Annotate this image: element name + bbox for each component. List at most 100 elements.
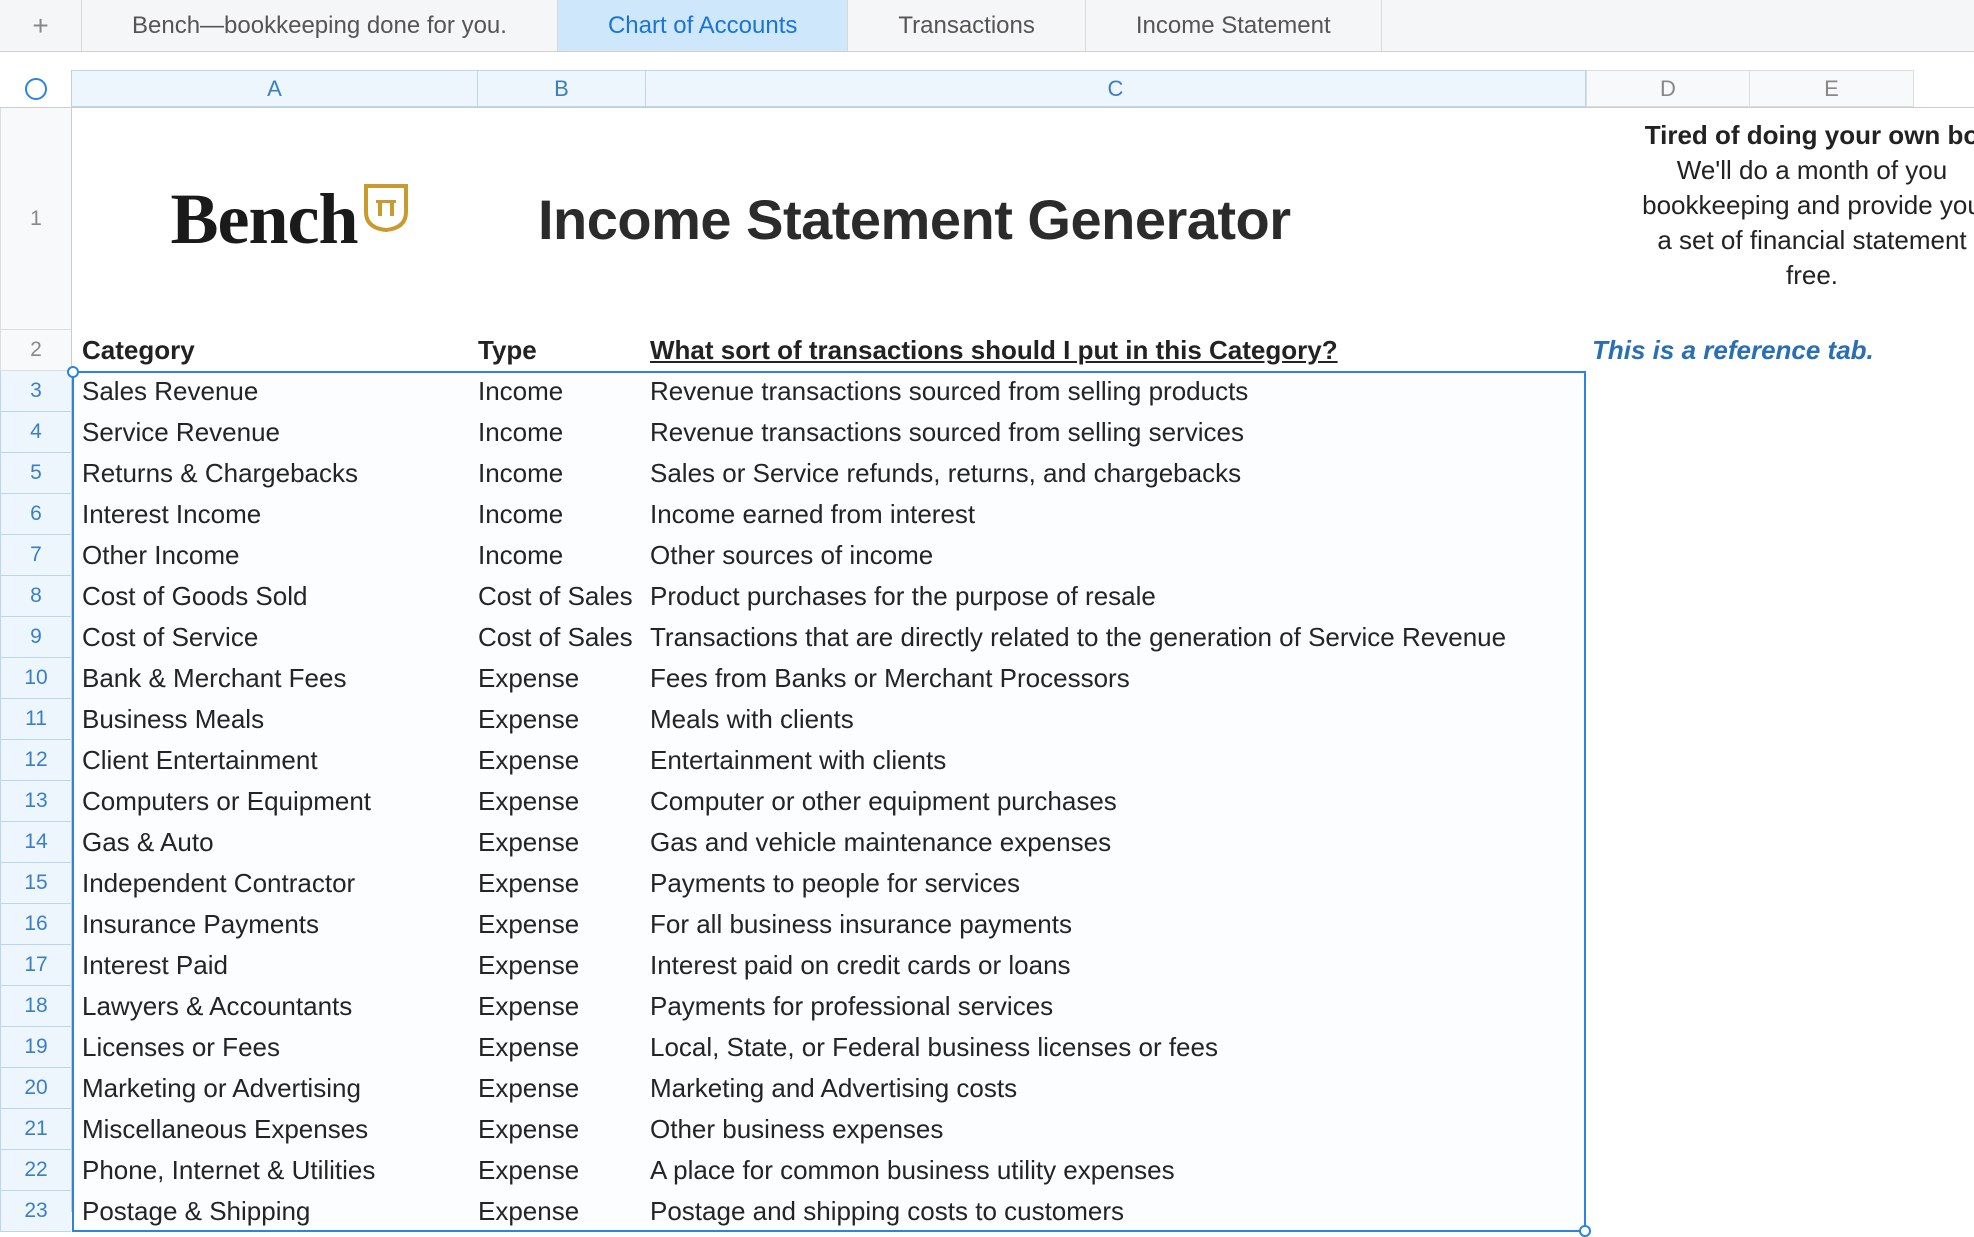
- cell-type[interactable]: Income: [478, 540, 646, 571]
- table-row[interactable]: Phone, Internet & UtilitiesExpenseA plac…: [72, 1150, 1974, 1191]
- cell-type[interactable]: Expense: [478, 909, 646, 940]
- row-number[interactable]: 8: [0, 576, 71, 617]
- cell-type[interactable]: Income: [478, 499, 646, 530]
- row-number[interactable]: 14: [0, 822, 71, 863]
- column-header-D[interactable]: D: [1586, 70, 1750, 107]
- cell-category[interactable]: Cost of Service: [72, 622, 478, 653]
- row-number[interactable]: 15: [0, 863, 71, 904]
- cell-description[interactable]: Marketing and Advertising costs: [646, 1073, 1586, 1104]
- cell-description[interactable]: Other business expenses: [646, 1114, 1586, 1145]
- row-number[interactable]: 18: [0, 986, 71, 1027]
- sheet-tab-transactions[interactable]: Transactions: [848, 0, 1086, 51]
- table-row[interactable]: Cost of Goods SoldCost of SalesProduct p…: [72, 576, 1974, 617]
- cell-category[interactable]: Sales Revenue: [72, 376, 478, 407]
- cell-description[interactable]: Computer or other equipment purchases: [646, 786, 1586, 817]
- table-row[interactable]: Bank & Merchant FeesExpenseFees from Ban…: [72, 658, 1974, 699]
- sheet-tab-bench-intro[interactable]: Bench—bookkeeping done for you.: [82, 0, 558, 51]
- table-row[interactable]: Interest IncomeIncomeIncome earned from …: [72, 494, 1974, 535]
- row-number[interactable]: 20: [0, 1068, 71, 1109]
- column-header-C[interactable]: C: [646, 70, 1586, 107]
- column-header-B[interactable]: B: [478, 70, 646, 107]
- cell-description[interactable]: Transactions that are directly related t…: [646, 622, 1586, 653]
- cell-description[interactable]: Income earned from interest: [646, 499, 1586, 530]
- cell-description[interactable]: A place for common business utility expe…: [646, 1155, 1586, 1186]
- cell-type[interactable]: Expense: [478, 745, 646, 776]
- cell-category[interactable]: Computers or Equipment: [72, 786, 478, 817]
- cell-description[interactable]: Payments for professional services: [646, 991, 1586, 1022]
- cell-category[interactable]: Licenses or Fees: [72, 1032, 478, 1063]
- table-row[interactable]: Other IncomeIncomeOther sources of incom…: [72, 535, 1974, 576]
- cell-type[interactable]: Income: [478, 417, 646, 448]
- cell-type[interactable]: Expense: [478, 950, 646, 981]
- cell-description[interactable]: For all business insurance payments: [646, 909, 1586, 940]
- select-all-corner[interactable]: [0, 70, 72, 107]
- table-row[interactable]: Client EntertainmentExpenseEntertainment…: [72, 740, 1974, 781]
- cell-type[interactable]: Expense: [478, 663, 646, 694]
- cell-description[interactable]: Meals with clients: [646, 704, 1586, 735]
- header-description[interactable]: What sort of transactions should I put i…: [646, 335, 1586, 366]
- row-number[interactable]: 16: [0, 904, 71, 945]
- cell-category[interactable]: Lawyers & Accountants: [72, 991, 478, 1022]
- table-row[interactable]: Cost of ServiceCost of SalesTransactions…: [72, 617, 1974, 658]
- cell-category[interactable]: Client Entertainment: [72, 745, 478, 776]
- row-number[interactable]: 17: [0, 945, 71, 986]
- cell-category[interactable]: Marketing or Advertising: [72, 1073, 478, 1104]
- cell-type[interactable]: Cost of Sales: [478, 581, 646, 612]
- row-number[interactable]: 11: [0, 699, 71, 740]
- cell-description[interactable]: Interest paid on credit cards or loans: [646, 950, 1586, 981]
- cell-description[interactable]: Payments to people for services: [646, 868, 1586, 899]
- cell-description[interactable]: Product purchases for the purpose of res…: [646, 581, 1586, 612]
- row-number[interactable]: 7: [0, 535, 71, 576]
- cell-description[interactable]: Revenue transactions sourced from sellin…: [646, 376, 1586, 407]
- table-row[interactable]: Returns & ChargebacksIncomeSales or Serv…: [72, 453, 1974, 494]
- cell-category[interactable]: Miscellaneous Expenses: [72, 1114, 478, 1145]
- cell-category[interactable]: Interest Income: [72, 499, 478, 530]
- cell-description[interactable]: Fees from Banks or Merchant Processors: [646, 663, 1586, 694]
- table-row[interactable]: Service RevenueIncomeRevenue transaction…: [72, 412, 1974, 453]
- cell-type[interactable]: Expense: [478, 1073, 646, 1104]
- table-row[interactable]: Miscellaneous ExpensesExpenseOther busin…: [72, 1109, 1974, 1150]
- table-row[interactable]: Lawyers & AccountantsExpensePayments for…: [72, 986, 1974, 1027]
- table-row[interactable]: Insurance PaymentsExpenseFor all busines…: [72, 904, 1974, 945]
- add-sheet-button[interactable]: +: [0, 0, 82, 51]
- table-row[interactable]: Sales RevenueIncomeRevenue transactions …: [72, 371, 1974, 412]
- column-header-A[interactable]: A: [72, 70, 478, 107]
- row-number[interactable]: 19: [0, 1027, 71, 1068]
- cell-category[interactable]: Phone, Internet & Utilities: [72, 1155, 478, 1186]
- cell-category[interactable]: Returns & Chargebacks: [72, 458, 478, 489]
- row-number[interactable]: 5: [0, 453, 71, 494]
- row-number[interactable]: 2: [0, 330, 71, 371]
- cell-type[interactable]: Expense: [478, 1155, 646, 1186]
- header-category[interactable]: Category: [72, 335, 478, 366]
- header-type[interactable]: Type: [478, 335, 646, 366]
- cell-description[interactable]: Other sources of income: [646, 540, 1586, 571]
- cell-description[interactable]: Local, State, or Federal business licens…: [646, 1032, 1586, 1063]
- table-row[interactable]: Independent ContractorExpensePayments to…: [72, 863, 1974, 904]
- cell-type[interactable]: Expense: [478, 868, 646, 899]
- cell-type[interactable]: Expense: [478, 991, 646, 1022]
- row-number[interactable]: 4: [0, 412, 71, 453]
- cell-category[interactable]: Business Meals: [72, 704, 478, 735]
- row-number[interactable]: 13: [0, 781, 71, 822]
- cell-category[interactable]: Other Income: [72, 540, 478, 571]
- cell-description[interactable]: Sales or Service refunds, returns, and c…: [646, 458, 1586, 489]
- cell-type[interactable]: Cost of Sales: [478, 622, 646, 653]
- cell-category[interactable]: Bank & Merchant Fees: [72, 663, 478, 694]
- cell-type[interactable]: Expense: [478, 1032, 646, 1063]
- table-row[interactable]: Licenses or FeesExpenseLocal, State, or …: [72, 1027, 1974, 1068]
- cell-category[interactable]: Gas & Auto: [72, 827, 478, 858]
- table-row[interactable]: Computers or EquipmentExpenseComputer or…: [72, 781, 1974, 822]
- cell-description[interactable]: Gas and vehicle maintenance expenses: [646, 827, 1586, 858]
- cell-type[interactable]: Expense: [478, 704, 646, 735]
- cell-type[interactable]: Income: [478, 376, 646, 407]
- cell-category[interactable]: Cost of Goods Sold: [72, 581, 478, 612]
- table-row[interactable]: Interest PaidExpenseInterest paid on cre…: [72, 945, 1974, 986]
- cell-category[interactable]: Independent Contractor: [72, 868, 478, 899]
- cell-description[interactable]: Entertainment with clients: [646, 745, 1586, 776]
- row-number[interactable]: 22: [0, 1150, 71, 1191]
- cell-category[interactable]: Insurance Payments: [72, 909, 478, 940]
- spreadsheet-cells[interactable]: Bench Income Statement Generator Tired o…: [72, 108, 1974, 1212]
- sheet-tab-income-statement[interactable]: Income Statement: [1086, 0, 1382, 51]
- row-number[interactable]: 3: [0, 371, 71, 412]
- cell-type[interactable]: Income: [478, 458, 646, 489]
